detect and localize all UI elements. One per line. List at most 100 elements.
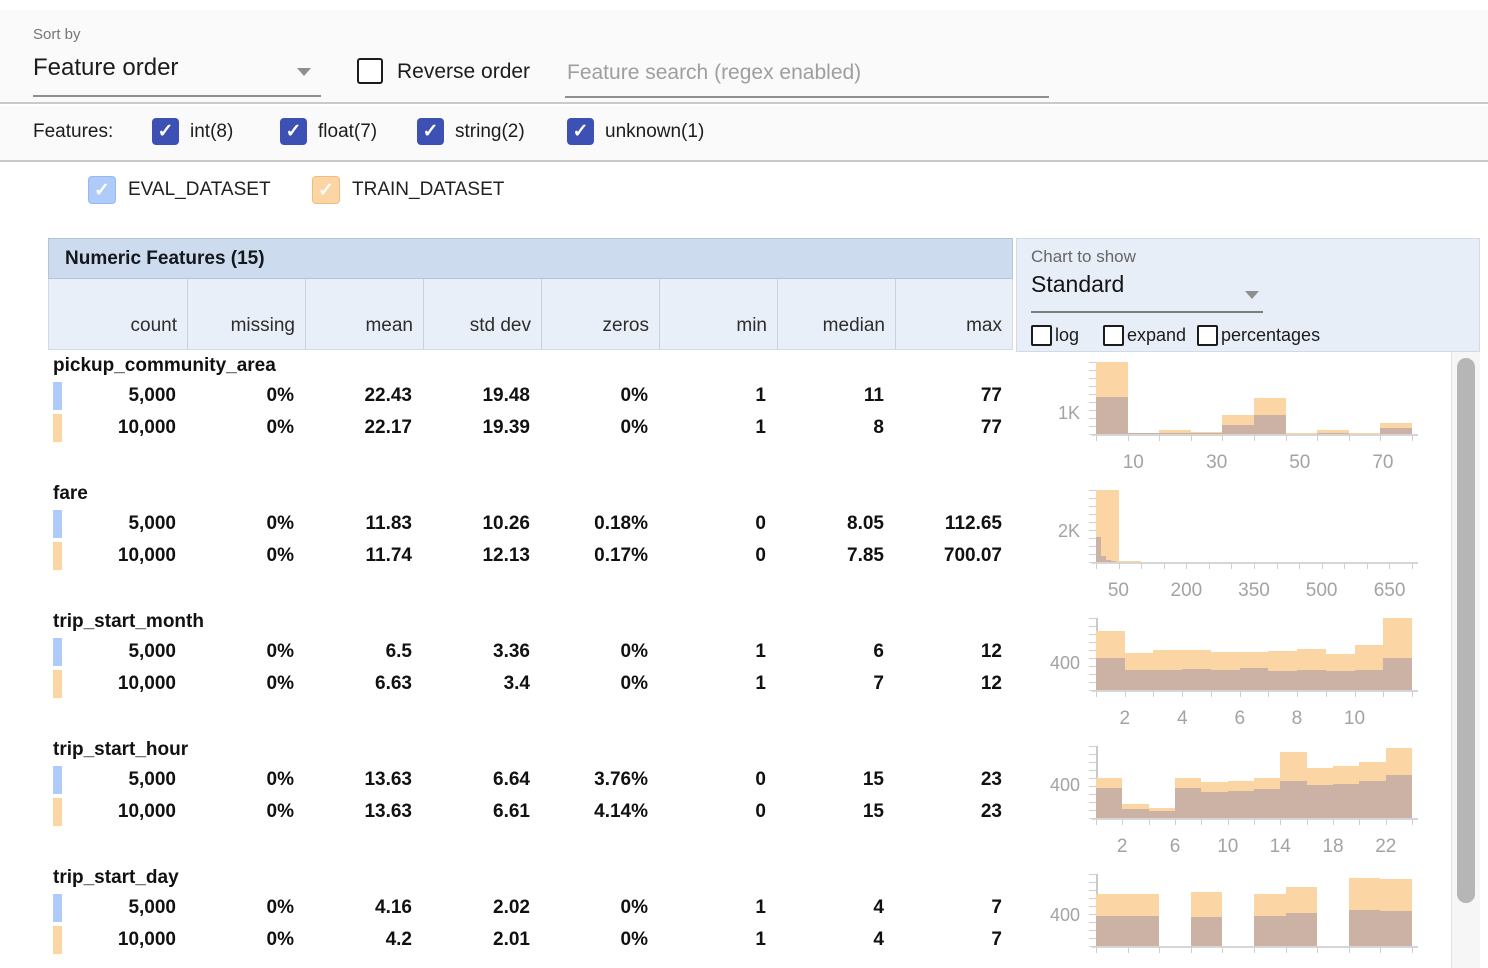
y-tick bbox=[1089, 666, 1096, 667]
stat-cell: 12.13 bbox=[422, 545, 540, 567]
feature-stats: trip_start_month5,0000%6.53.360%161210,0… bbox=[48, 608, 1013, 700]
stat-cell: 6.64 bbox=[422, 769, 540, 791]
string-filter-checkbox[interactable] bbox=[417, 118, 444, 145]
x-tick-label: 22 bbox=[1364, 836, 1408, 858]
stat-row-train: 10,0000%6.633.40%1712 bbox=[48, 668, 1013, 700]
stat-cell: 0% bbox=[540, 929, 658, 951]
dataset-color-chip-train bbox=[53, 670, 62, 698]
y-tick bbox=[1089, 802, 1096, 803]
y-tick bbox=[1089, 778, 1096, 779]
stat-cell: 0% bbox=[186, 641, 304, 663]
eval-bar bbox=[1125, 670, 1154, 690]
dataset-color-chip-train bbox=[53, 798, 62, 826]
stat-row-eval: 5,0000%13.636.643.76%01523 bbox=[48, 764, 1013, 796]
stat-cell: 0% bbox=[186, 897, 304, 919]
stat-cell: 1 bbox=[658, 385, 776, 407]
feature-search-input[interactable] bbox=[565, 50, 1049, 98]
stats-column-header: count missing mean std dev zeros min med… bbox=[48, 279, 1013, 350]
x-tick bbox=[1149, 818, 1150, 825]
stat-cell: 1 bbox=[658, 897, 776, 919]
stat-cell: 13.63 bbox=[304, 769, 422, 791]
stat-row-train: 10,0000%13.636.614.14%01523 bbox=[48, 796, 1013, 828]
y-tick bbox=[1089, 874, 1096, 875]
unknown-filter-checkbox[interactable] bbox=[567, 118, 594, 145]
feature-row: fare5,0000%11.8310.260.18%08.05112.6510,… bbox=[0, 480, 1451, 608]
stat-cell: 5,000 bbox=[62, 769, 186, 791]
stat-cell: 0 bbox=[658, 769, 776, 791]
eval-bar bbox=[1228, 791, 1254, 818]
stat-cell: 0% bbox=[540, 641, 658, 663]
dataset-color-chip-eval bbox=[53, 638, 62, 666]
scrollbar-thumb[interactable] bbox=[1457, 358, 1475, 903]
x-axis-line bbox=[1092, 690, 1418, 692]
y-tick bbox=[1089, 794, 1096, 795]
train-dataset-checkbox[interactable] bbox=[312, 176, 340, 204]
x-tick bbox=[1122, 818, 1123, 825]
x-tick bbox=[1128, 434, 1129, 441]
x-tick bbox=[1222, 946, 1223, 953]
x-tick-label: 30 bbox=[1195, 452, 1239, 474]
x-tick bbox=[1317, 434, 1318, 441]
x-tick bbox=[1322, 562, 1323, 569]
percentages-checkbox[interactable] bbox=[1197, 325, 1218, 346]
y-tick bbox=[1089, 674, 1096, 675]
column-missing: missing bbox=[187, 279, 305, 349]
stat-cell: 0% bbox=[186, 801, 304, 823]
eval-bar bbox=[1254, 916, 1286, 946]
stat-cell: 2.01 bbox=[422, 929, 540, 951]
x-tick bbox=[1367, 562, 1368, 569]
stat-cell: 10,000 bbox=[62, 801, 186, 823]
eval-bar bbox=[1122, 809, 1148, 818]
eval-dataset-checkbox[interactable] bbox=[88, 176, 116, 204]
chart-type-select[interactable]: Standard bbox=[1031, 271, 1124, 298]
float-filter-checkbox[interactable] bbox=[280, 118, 307, 145]
reverse-order-checkbox[interactable] bbox=[357, 58, 383, 84]
stat-row-eval: 5,0000%11.8310.260.18%08.05112.65 bbox=[48, 508, 1013, 540]
stat-cell: 23 bbox=[894, 769, 1012, 791]
stat-cell: 10,000 bbox=[62, 929, 186, 951]
x-tick bbox=[1222, 434, 1223, 441]
stat-cell: 0 bbox=[658, 545, 776, 567]
dataset-color-chip-train bbox=[53, 542, 62, 570]
stat-cell: 1 bbox=[658, 417, 776, 439]
expand-checkbox[interactable] bbox=[1103, 325, 1124, 346]
y-tick bbox=[1089, 538, 1096, 539]
feature-histogram: 2K50200350500650 bbox=[1016, 480, 1451, 608]
chevron-down-icon[interactable] bbox=[1245, 291, 1259, 299]
x-tick bbox=[1412, 562, 1413, 569]
x-tick bbox=[1389, 562, 1390, 569]
eval-bar bbox=[1211, 670, 1240, 690]
int-filter-checkbox[interactable] bbox=[152, 118, 179, 145]
x-tick-label: 6 bbox=[1218, 708, 1262, 730]
histogram-plot bbox=[1096, 874, 1412, 946]
x-tick-label: 650 bbox=[1368, 580, 1412, 602]
y-tick bbox=[1089, 498, 1096, 499]
chevron-down-icon[interactable] bbox=[297, 68, 311, 76]
float-filter-label: float(7) bbox=[318, 121, 377, 143]
dataset-color-chip-eval bbox=[53, 894, 62, 922]
y-tick bbox=[1089, 906, 1096, 907]
x-tick-label: 350 bbox=[1232, 580, 1276, 602]
feature-row: pickup_community_area5,0000%22.4319.480%… bbox=[0, 352, 1451, 480]
x-tick bbox=[1280, 818, 1281, 825]
log-checkbox[interactable] bbox=[1031, 325, 1052, 346]
feature-list: pickup_community_area5,0000%22.4319.480%… bbox=[0, 352, 1451, 968]
stat-cell: 13.63 bbox=[304, 801, 422, 823]
y-tick bbox=[1089, 418, 1096, 419]
sort-by-select[interactable]: Feature order bbox=[33, 54, 178, 82]
stat-cell: 7 bbox=[894, 897, 1012, 919]
stat-cell: 11.83 bbox=[304, 513, 422, 535]
y-tick bbox=[1089, 930, 1096, 931]
stat-cell: 0 bbox=[658, 513, 776, 535]
stat-cell: 0% bbox=[540, 385, 658, 407]
y-tick bbox=[1089, 810, 1096, 811]
train-dataset-label: TRAIN_DATASET bbox=[352, 179, 504, 201]
eval-bar bbox=[1175, 788, 1201, 818]
x-tick-label: 18 bbox=[1311, 836, 1355, 858]
column-std-dev: std dev bbox=[423, 279, 541, 349]
y-tick bbox=[1089, 362, 1096, 363]
eval-bar bbox=[1297, 670, 1326, 690]
int-filter-label: int(8) bbox=[190, 121, 233, 143]
y-axis-label: 400 bbox=[1016, 905, 1080, 926]
feature-name: trip_start_month bbox=[48, 608, 1013, 636]
